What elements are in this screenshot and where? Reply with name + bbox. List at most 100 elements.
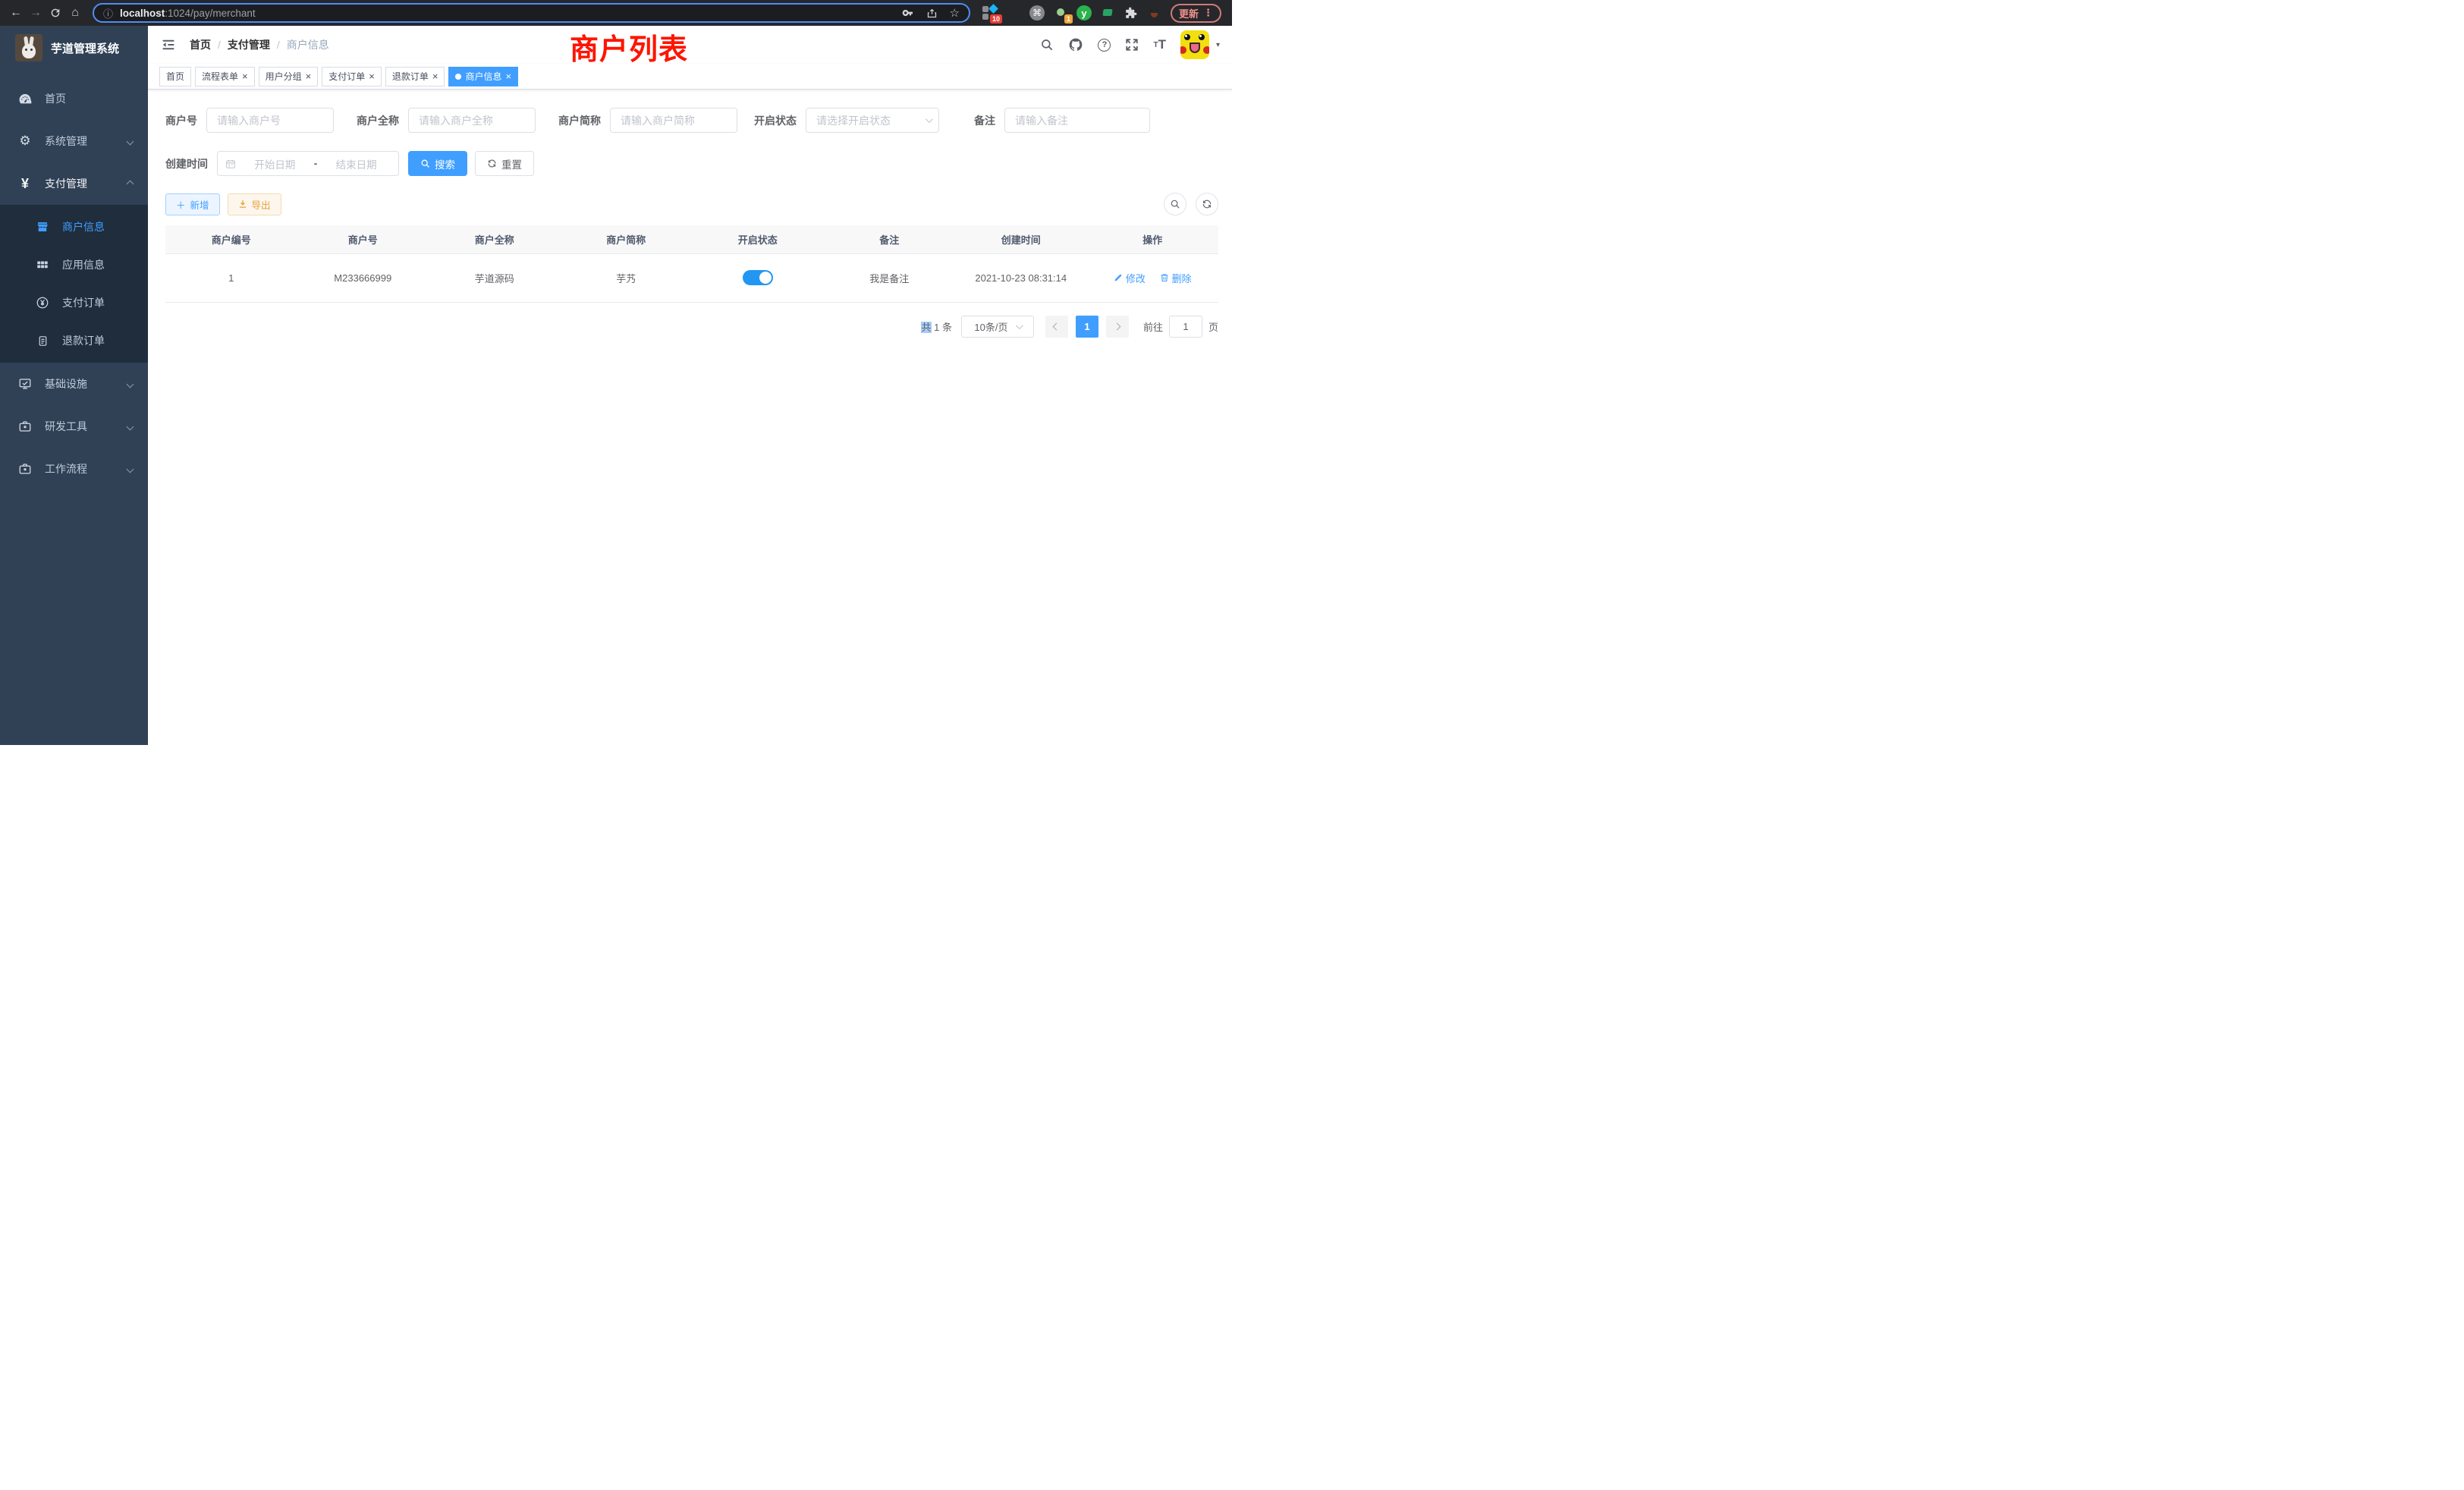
cell-create-time: 2021-10-23 08:31:14 <box>955 253 1087 302</box>
active-tab-dot <box>455 74 461 80</box>
browser-reload-icon[interactable] <box>46 3 65 23</box>
browser-home-icon[interactable]: ⌂ <box>65 3 85 23</box>
add-button[interactable]: ＋ 新增 <box>165 193 220 215</box>
tab-pay-order[interactable]: 支付订单 × <box>322 67 382 86</box>
download-icon <box>238 200 247 209</box>
sidebar-item-pay-order[interactable]: 支付订单 <box>0 284 148 322</box>
sidebar-item-payment[interactable]: ¥ 支付管理 <box>0 162 148 205</box>
sidebar-item-label: 支付订单 <box>62 295 105 310</box>
top-navbar: 首页 / 支付管理 / 商户信息 商户列表 ? <box>148 26 1232 64</box>
breadcrumb-payment[interactable]: 支付管理 <box>228 37 270 52</box>
github-icon[interactable] <box>1068 37 1083 52</box>
page-1-button[interactable]: 1 <box>1076 316 1098 338</box>
password-key-icon[interactable] <box>902 7 914 19</box>
sidebar-item-label: 支付管理 <box>45 176 87 191</box>
yen-icon: ¥ <box>16 176 34 192</box>
chevron-down-icon <box>1015 322 1023 329</box>
profile-badge: 1 <box>1064 14 1073 24</box>
delete-link[interactable]: 删除 <box>1160 271 1192 285</box>
sidebar-item-app-info[interactable]: 应用信息 <box>0 246 148 284</box>
sidebar-item-label: 工作流程 <box>45 461 87 476</box>
document-icon <box>33 335 52 347</box>
remark-input[interactable] <box>1004 108 1150 133</box>
sidebar-collapse-icon[interactable] <box>160 36 177 53</box>
fullscreen-icon[interactable] <box>1125 38 1139 52</box>
col-create-time: 创建时间 <box>955 225 1087 253</box>
sidebar-item-merchant-info[interactable]: 商户信息 <box>0 208 148 246</box>
search-button[interactable]: 搜索 <box>408 151 467 176</box>
edit-link[interactable]: 修改 <box>1114 271 1146 285</box>
url-bar[interactable]: ⓘ localhost:1024/pay/merchant ☆ <box>93 3 970 23</box>
col-short-name: 商户简称 <box>561 225 693 253</box>
export-button[interactable]: 导出 <box>228 193 281 215</box>
close-icon[interactable]: × <box>242 71 248 81</box>
sidebar-item-system[interactable]: ⚙ 系统管理 <box>0 120 148 162</box>
chrome-update-button[interactable]: 更新 ⋮ <box>1171 4 1221 23</box>
avatar-dropdown-caret-icon[interactable]: ▾ <box>1216 41 1220 49</box>
tab-home[interactable]: 首页 <box>159 67 191 86</box>
sidebar-item-refund-order[interactable]: 退款订单 <box>0 322 148 360</box>
create-time-range-picker[interactable]: 开始日期 - 结束日期 <box>217 151 399 176</box>
sidebar-item-workflow[interactable]: 工作流程 <box>0 448 148 490</box>
status-select[interactable] <box>806 108 939 133</box>
tab-process-form[interactable]: 流程表单 × <box>195 67 255 86</box>
close-icon[interactable]: × <box>505 71 511 81</box>
merchant-no-input[interactable] <box>206 108 334 133</box>
app-logo-row[interactable]: 芋道管理系统 <box>0 26 148 70</box>
full-name-input[interactable] <box>408 108 536 133</box>
cell-merchant-id: 1 <box>165 253 297 302</box>
page-size-select[interactable]: 10条/页 <box>961 316 1034 338</box>
blocker-badge: 10 <box>990 14 1002 24</box>
col-actions: 操作 <box>1087 225 1219 253</box>
cell-full-name: 芋道源码 <box>429 253 561 302</box>
user-avatar[interactable] <box>1180 30 1209 59</box>
start-date-placeholder: 开始日期 <box>240 156 310 171</box>
header-search-icon[interactable] <box>1040 38 1054 52</box>
close-icon[interactable]: × <box>432 71 438 81</box>
toolbox-icon <box>16 420 34 433</box>
refresh-table-button[interactable] <box>1196 193 1218 215</box>
share-icon[interactable] <box>926 8 938 19</box>
prev-page-button[interactable] <box>1045 316 1068 338</box>
sidebar-item-infrastructure[interactable]: 基础设施 <box>0 363 148 405</box>
browser-window: ← → ⌂ ⓘ localhost:1024/pay/merchant ☆ <box>0 0 1232 745</box>
command-extension-icon[interactable]: ⌘ <box>1029 5 1045 20</box>
help-icon[interactable]: ? <box>1098 39 1111 52</box>
sidebar-item-dev-tools[interactable]: 研发工具 <box>0 405 148 448</box>
status-toggle[interactable] <box>743 270 773 285</box>
browser-back-icon[interactable]: ← <box>6 3 26 23</box>
close-icon[interactable]: × <box>369 71 375 81</box>
site-info-icon[interactable]: ⓘ <box>103 6 113 20</box>
total-count: 共 1 条 <box>921 319 951 334</box>
breadcrumb-home[interactable]: 首页 <box>190 37 211 52</box>
font-size-icon[interactable]: TT <box>1153 37 1166 52</box>
bookmark-star-icon[interactable]: ☆ <box>950 6 960 20</box>
reset-button[interactable]: 重置 <box>475 151 534 176</box>
sidebar-item-home[interactable]: 首页 <box>0 77 148 120</box>
browser-forward-icon[interactable]: → <box>26 3 46 23</box>
short-name-input[interactable] <box>610 108 737 133</box>
create-time-label: 创建时间 <box>165 156 208 171</box>
url-text[interactable]: localhost:1024/pay/merchant <box>120 8 902 19</box>
next-page-button[interactable] <box>1106 316 1129 338</box>
tags-view-bar: 首页 流程表单 × 用户分组 × 支付订单 × 退款订单 × <box>148 64 1232 90</box>
blocker-extension-icon[interactable]: 10 <box>982 5 998 20</box>
yudao-extension-icon[interactable]: y <box>1076 5 1092 20</box>
show-search-toggle-button[interactable] <box>1164 193 1186 215</box>
kite-extension-icon[interactable] <box>1006 5 1021 20</box>
puzzle-extensions-icon[interactable] <box>1124 5 1139 20</box>
sidebar-item-label: 研发工具 <box>45 419 87 434</box>
sidebar-item-label: 首页 <box>45 91 66 106</box>
tab-merchant-info[interactable]: 商户信息 × <box>448 67 518 86</box>
page-unit-label: 页 <box>1208 319 1218 334</box>
emoji-profile-icon[interactable] <box>1147 5 1162 20</box>
chevron-down-icon <box>127 465 134 473</box>
close-icon[interactable]: × <box>306 71 312 81</box>
profile-extension-icon[interactable]: 1 <box>1053 5 1068 20</box>
tab-user-group[interactable]: 用户分组 × <box>259 67 319 86</box>
goto-page-input[interactable] <box>1169 316 1202 338</box>
breadcrumb: 首页 / 支付管理 / 商户信息 <box>190 37 329 52</box>
breadcrumb-separator: / <box>218 39 221 51</box>
tab-refund-order[interactable]: 退款订单 × <box>385 67 445 86</box>
chat-extension-icon[interactable] <box>1100 5 1115 20</box>
